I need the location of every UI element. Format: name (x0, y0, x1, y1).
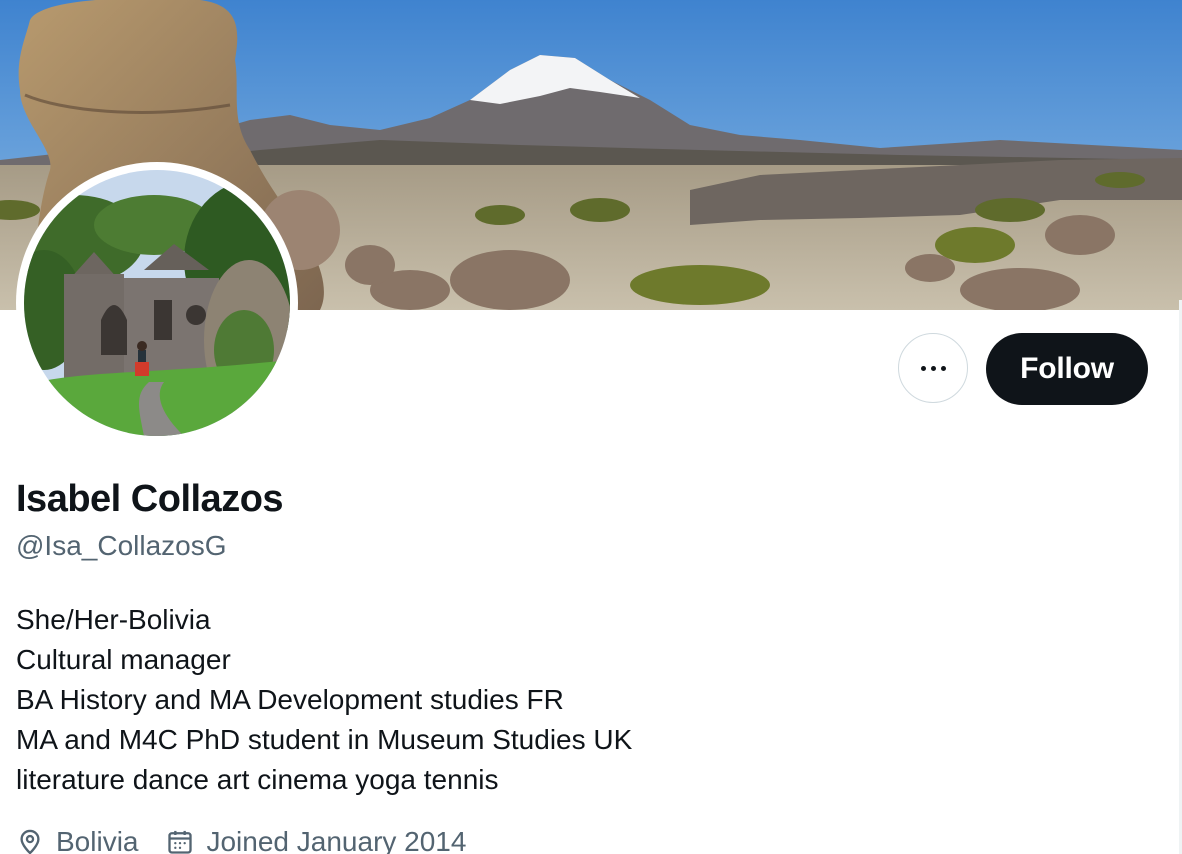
bio-line: She/Her-Bolivia (16, 604, 211, 635)
profile-handle: @Isa_CollazosG (16, 530, 227, 561)
location-text: Bolivia (56, 826, 139, 854)
profile-page: Follow Isabel Collazos @Isa_CollazosG Sh… (0, 0, 1182, 854)
location-pin-icon (20, 829, 40, 854)
more-options-button[interactable] (898, 333, 968, 403)
profile-joined-date: Joined January 2014 (166, 826, 466, 854)
bio-line: MA and M4C PhD student in Museum Studies… (16, 724, 633, 755)
joined-text: Joined January 2014 (206, 826, 467, 854)
avatar[interactable] (16, 162, 298, 444)
calendar-icon (168, 830, 193, 854)
profile-display-name: Isabel Collazos (16, 478, 284, 520)
follow-button[interactable]: Follow (986, 333, 1148, 405)
profile-meta: Bolivia Joined January 2014 (16, 822, 494, 854)
bio-line: BA History and MA Development studies FR (16, 684, 564, 715)
profile-location: Bolivia (16, 826, 138, 854)
bio-line: Cultural manager (16, 644, 231, 675)
avatar-image (24, 170, 290, 436)
bio-line: literature dance art cinema yoga tennis (16, 764, 499, 795)
ellipsis-icon (920, 365, 946, 371)
profile-bio: She/Her-Bolivia Cultural manager BA Hist… (16, 600, 632, 800)
